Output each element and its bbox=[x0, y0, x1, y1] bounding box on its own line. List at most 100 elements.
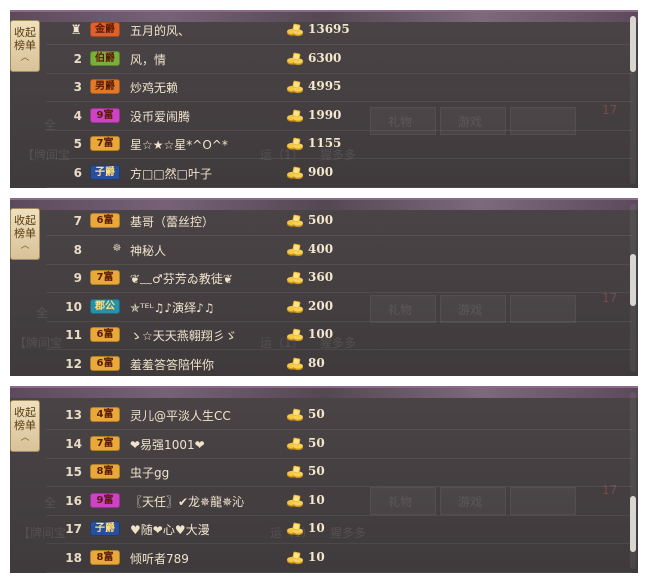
coin-amount: 1990 bbox=[308, 107, 342, 122]
scroll-thumb[interactable] bbox=[630, 16, 636, 72]
rank-number: 2 bbox=[73, 51, 82, 66]
coin-amount: 80 bbox=[308, 355, 325, 370]
ranking-row[interactable]: 13 4富 灵儿@平淡人生CC 50 bbox=[46, 401, 632, 430]
ranking-row[interactable]: 5 7富 星☆★☆星*^O^* 1155 bbox=[46, 130, 632, 159]
coin-amount: 50 bbox=[308, 435, 325, 450]
user-name[interactable]: 神秘人 bbox=[130, 242, 166, 259]
rank-number: 13 bbox=[65, 408, 82, 422]
coin-amount: 900 bbox=[308, 164, 334, 179]
coin-amount: 10 bbox=[308, 492, 325, 507]
rank-badge: 金爵 bbox=[90, 22, 120, 37]
rank-number: 9 bbox=[73, 271, 82, 285]
rank-number: 17 bbox=[65, 522, 82, 536]
user-name[interactable]: 倾听者789 bbox=[130, 550, 189, 567]
chevron-up-icon: ︿ bbox=[20, 433, 30, 443]
coin-amount: 6300 bbox=[308, 50, 342, 65]
gold-coins-icon bbox=[287, 214, 303, 228]
user-name[interactable]: 基哥（蕾丝控） bbox=[130, 213, 214, 230]
ranking-row[interactable]: 12 6富 羞羞答答陪伴你 80 bbox=[46, 350, 632, 377]
rank-badge: 子爵 bbox=[90, 164, 120, 180]
ranking-row[interactable]: 14 7富 ❤易强1001❤ 50 bbox=[46, 430, 632, 459]
ranking-row[interactable]: 4 9富 没币爱闹腾 1990 bbox=[46, 102, 632, 131]
scroll-thumb[interactable] bbox=[630, 254, 636, 306]
gold-coins-icon bbox=[287, 494, 303, 507]
user-name[interactable]: ❦﹏♂芬芳ゐ教徒❦ bbox=[130, 270, 233, 287]
rank-number: 6 bbox=[73, 165, 82, 180]
rank-number: 15 bbox=[65, 465, 82, 479]
user-name[interactable]: 风，情 bbox=[130, 51, 166, 68]
user-name[interactable]: 方□□然□叶子 bbox=[130, 165, 212, 182]
rank-number: 11 bbox=[65, 328, 82, 342]
user-name[interactable]: ❤易强1001❤ bbox=[130, 436, 205, 453]
coin-amount: 4995 bbox=[308, 79, 342, 93]
gold-coins-icon bbox=[287, 52, 303, 65]
ranking-row[interactable]: 2 伯爵 风，情 6300 bbox=[46, 45, 632, 74]
ranking-row[interactable]: ♜ 金爵 五月的风、 13695 bbox=[46, 16, 632, 45]
gold-coins-icon bbox=[287, 522, 303, 536]
gold-coins-icon bbox=[287, 437, 303, 450]
ranking-row[interactable]: 15 8富 虫子gg 50 bbox=[46, 458, 632, 487]
rank-number: 16 bbox=[65, 493, 82, 508]
gold-coins-icon bbox=[287, 137, 303, 151]
rank-number: 7 bbox=[73, 214, 82, 228]
coin-amount: 500 bbox=[308, 213, 334, 227]
user-name[interactable]: ♥随❤心♥大漫 bbox=[130, 521, 210, 538]
scrollbar[interactable] bbox=[630, 392, 636, 569]
ranking-row[interactable]: 10 郡公 ✯ᵀᴱᴸ♫♪演绎♪♫ 200 bbox=[46, 293, 632, 322]
rank-number: 4 bbox=[73, 108, 82, 123]
rank-number: 3 bbox=[73, 80, 82, 94]
ranking-row[interactable]: 3 男爵 炒鸡无赖 4995 bbox=[46, 73, 632, 102]
gold-coins-icon bbox=[287, 465, 303, 479]
rank-badge: 6富 bbox=[90, 355, 120, 371]
user-name[interactable]: 星☆★☆星*^O^* bbox=[130, 136, 228, 153]
scrollbar[interactable] bbox=[630, 204, 636, 372]
rank-number: 14 bbox=[65, 436, 82, 451]
coin-amount: 10 bbox=[308, 549, 325, 564]
mystery-avatar-icon: ☸ bbox=[112, 242, 122, 254]
rank-badge: 子爵 bbox=[90, 521, 120, 536]
toggle-label-line2: 榜单 bbox=[14, 227, 36, 240]
rank-badge: 8富 bbox=[90, 549, 120, 565]
gold-coins-icon bbox=[287, 166, 303, 179]
ranking-row[interactable]: 17 子爵 ♥随❤心♥大漫 10 bbox=[46, 515, 632, 544]
ranking-row[interactable]: 9 7富 ❦﹏♂芬芳ゐ教徒❦ 360 bbox=[46, 264, 632, 293]
scrollbar[interactable] bbox=[630, 16, 636, 184]
gold-coins-icon bbox=[287, 243, 303, 256]
rank-number: 10 bbox=[65, 299, 82, 314]
user-name[interactable]: 灵儿@平淡人生CC bbox=[130, 407, 231, 424]
ranking-row[interactable]: 18 8富 倾听者789 10 bbox=[46, 544, 632, 573]
rank-badge: 6富 bbox=[90, 213, 120, 228]
user-name[interactable]: 〖天任〗✔龙✵龍✵沁 bbox=[130, 493, 244, 510]
user-name[interactable]: 没币爱闹腾 bbox=[130, 108, 190, 125]
gold-coins-icon bbox=[287, 328, 303, 342]
scroll-thumb[interactable] bbox=[630, 496, 636, 552]
ranking-row[interactable]: 7 6富 基哥（蕾丝控） 500 bbox=[46, 207, 632, 236]
user-name[interactable]: 炒鸡无赖 bbox=[130, 79, 178, 96]
ranking-row[interactable]: 6 子爵 方□□然□叶子 900 bbox=[46, 159, 632, 188]
user-name[interactable]: ゝ☆天天燕翱翔彡ゞ bbox=[130, 327, 237, 344]
ranking-row[interactable]: 16 9富 〖天任〗✔龙✵龍✵沁 10 bbox=[46, 487, 632, 516]
collapse-ranking-button[interactable]: 收起 榜单 ︿ bbox=[10, 208, 40, 260]
coin-amount: 100 bbox=[308, 327, 334, 341]
ranking-row[interactable]: 8 ☸ 神秘人 400 bbox=[46, 236, 632, 265]
chevron-up-icon: ︿ bbox=[20, 241, 30, 251]
ranking-row[interactable]: 11 6富 ゝ☆天天燕翱翔彡ゞ 100 bbox=[46, 321, 632, 350]
trophy-icon: ♜ bbox=[70, 23, 82, 38]
user-name[interactable]: 虫子gg bbox=[130, 464, 169, 481]
gold-coins-icon bbox=[287, 408, 303, 422]
chevron-up-icon: ︿ bbox=[20, 53, 30, 63]
user-name[interactable]: 五月的风、 bbox=[130, 22, 190, 39]
user-name[interactable]: ✯ᵀᴱᴸ♫♪演绎♪♫ bbox=[130, 299, 215, 316]
user-name[interactable]: 羞羞答答陪伴你 bbox=[130, 356, 214, 373]
coin-amount: 50 bbox=[308, 407, 325, 421]
leaderboard-panel-3: 全 【牌间宝 运（1） 猩多多 礼物 游戏 17 收起 榜单 ︿ 134富灵儿@… bbox=[10, 386, 638, 573]
coin-amount: 10 bbox=[308, 521, 325, 535]
coin-amount: 360 bbox=[308, 270, 334, 284]
gold-coins-icon bbox=[287, 551, 303, 564]
toggle-label-line1: 收起 bbox=[14, 406, 36, 419]
collapse-ranking-button[interactable]: 收起 榜单 ︿ bbox=[10, 20, 40, 72]
gold-coins-icon bbox=[287, 80, 303, 94]
collapse-ranking-button[interactable]: 收起 榜单 ︿ bbox=[10, 400, 40, 452]
coin-amount: 1155 bbox=[308, 136, 342, 150]
rank-badge: 9富 bbox=[90, 107, 120, 123]
